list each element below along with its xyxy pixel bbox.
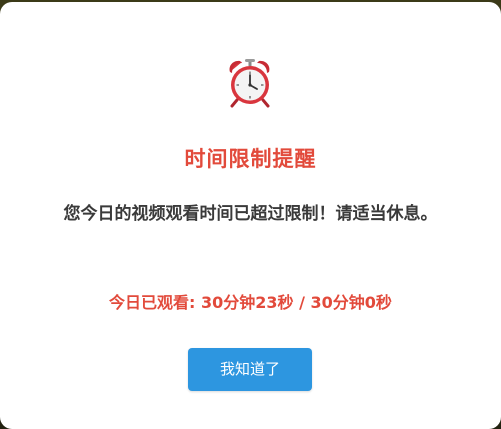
alarm-clock-icon xyxy=(229,59,270,108)
watch-time-status: 今日已观看: 30分钟23秒 / 30分钟0秒 xyxy=(109,293,392,312)
dialog-title: 时间限制提醒 xyxy=(184,147,317,171)
limit-message: 您今日的视频观看时间已超过限制！请适当休息。 xyxy=(63,204,438,224)
acknowledge-button[interactable]: 我知道了 xyxy=(188,348,312,391)
time-limit-dialog: 时间限制提醒 您今日的视频观看时间已超过限制！请适当休息。 今日已观看: 30分… xyxy=(0,2,501,429)
